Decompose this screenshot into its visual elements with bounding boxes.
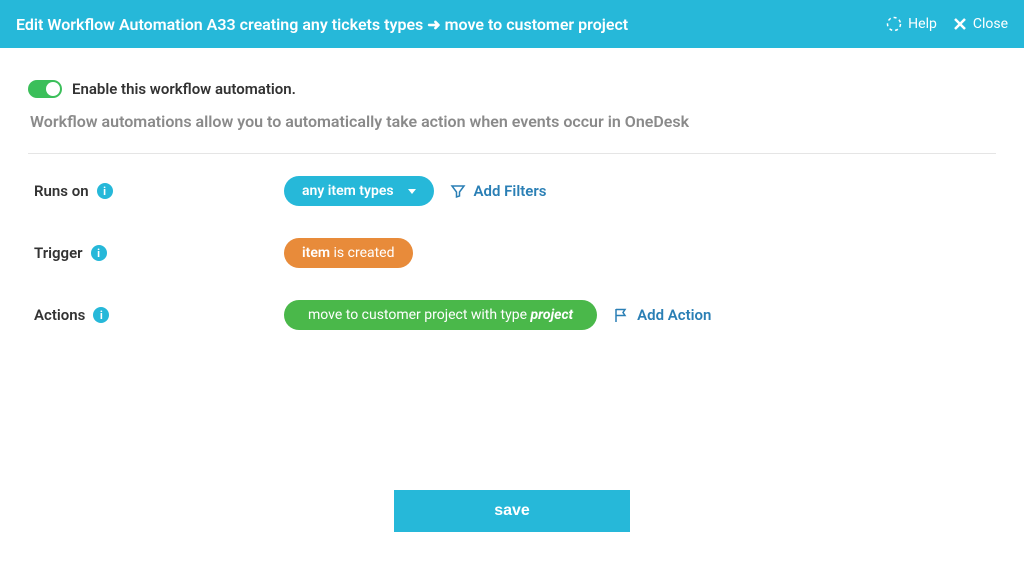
info-icon[interactable]: i [97, 183, 113, 199]
runs-on-label: Runs on i [28, 182, 284, 200]
enable-toggle-row: Enable this workflow automation. [28, 80, 996, 98]
runs-on-label-text: Runs on [34, 182, 89, 200]
dialog-title: Edit Workflow Automation A33 creating an… [16, 15, 628, 34]
chevron-down-icon [408, 189, 416, 194]
trigger-label-text: Trigger [34, 244, 83, 262]
help-label: Help [908, 16, 937, 32]
trigger-row: Trigger i item is created [28, 238, 996, 268]
header-actions: Help Close [886, 16, 1008, 32]
trigger-label: Trigger i [28, 244, 284, 262]
info-icon[interactable]: i [91, 245, 107, 261]
help-icon [886, 16, 902, 32]
help-button[interactable]: Help [886, 16, 937, 32]
runs-on-row: Runs on i any item types Add Filters [28, 176, 996, 206]
close-icon [953, 17, 967, 31]
add-action-link[interactable]: Add Action [613, 306, 711, 324]
save-row: save [28, 490, 996, 532]
save-button[interactable]: save [394, 490, 630, 532]
enable-toggle-label: Enable this workflow automation. [72, 80, 296, 98]
enable-toggle[interactable] [28, 80, 62, 98]
trigger-pill-text: item is created [302, 245, 395, 261]
info-icon[interactable]: i [93, 307, 109, 323]
actions-label: Actions i [28, 306, 284, 324]
add-filters-link[interactable]: Add Filters [450, 182, 547, 200]
description-text: Workflow automations allow you to automa… [30, 112, 996, 131]
dialog-header: Edit Workflow Automation A33 creating an… [0, 0, 1024, 48]
actions-row: Actions i move to customer project with … [28, 300, 996, 330]
flag-icon [613, 307, 629, 323]
filter-icon [450, 183, 466, 199]
close-label: Close [973, 16, 1008, 32]
add-filters-label: Add Filters [474, 182, 547, 200]
action-pill-text: move to customer project with type proje… [308, 307, 573, 323]
close-button[interactable]: Close [953, 16, 1008, 32]
runs-on-pill[interactable]: any item types [284, 176, 434, 206]
actions-label-text: Actions [34, 306, 85, 324]
dialog-content: Enable this workflow automation. Workflo… [0, 48, 1024, 556]
add-action-label: Add Action [637, 306, 711, 324]
toggle-knob [46, 82, 60, 96]
divider [28, 153, 996, 154]
action-pill[interactable]: move to customer project with type proje… [284, 300, 597, 330]
trigger-pill[interactable]: item is created [284, 238, 413, 268]
runs-on-pill-label: any item types [302, 183, 394, 199]
